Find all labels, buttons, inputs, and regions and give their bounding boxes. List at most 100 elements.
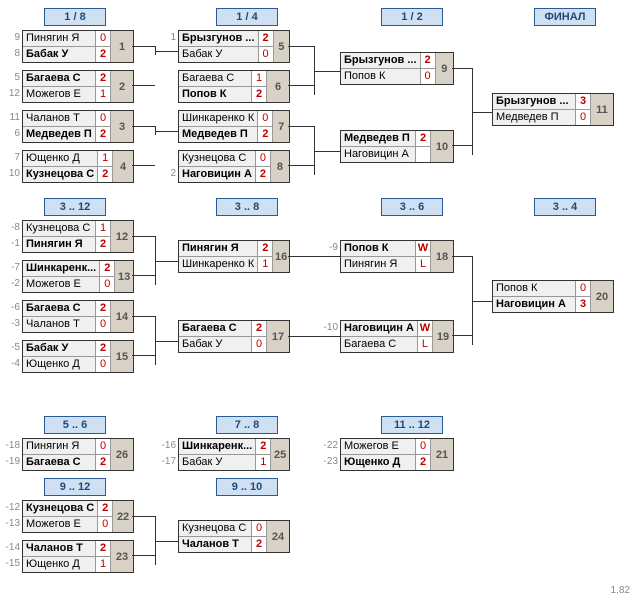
player-name: Багаева С [23,301,95,316]
round-label: 5 .. 6 [44,416,106,434]
player-name: Кузнецова С [23,221,95,236]
score: 0 [255,151,270,166]
score: 2 [97,167,112,182]
player-name: Кузнецова С [179,151,255,166]
score: 0 [415,439,430,454]
player-name: Ющенко Д [23,357,95,372]
score: 2 [420,53,435,68]
match-number: 12 [110,221,133,252]
player-name: Ющенко Д [23,151,97,166]
seed: -22 [320,440,338,451]
seed: -13 [2,518,20,529]
player-name: Попов К [179,87,251,102]
round-label: 3 .. 6 [381,198,443,216]
player-name: Пинягин Я [23,31,95,46]
score: 2 [95,301,110,316]
score: 2 [255,439,270,454]
round-label: 3 .. 4 [534,198,596,216]
seed: 2 [158,168,176,179]
match-number: 22 [112,501,133,532]
score: 0 [251,337,266,352]
match: Чаланов Т0Медведев П23 [22,110,134,143]
score: 2 [258,31,273,46]
score: 2 [415,455,430,470]
score: 1 [255,455,270,470]
seed: -10 [320,322,338,333]
score: 0 [97,517,112,532]
player-name: Попов К [341,241,415,256]
player-name: Чаланов Т [23,317,95,332]
match: Пинягин Я0Багаева С226 [22,438,134,471]
player-name: Багаева С [179,321,251,336]
round-label: 9 .. 10 [216,478,278,496]
score: 2 [95,541,110,556]
player-name: Брызгунов ... [341,53,420,68]
match-number: 26 [110,439,133,470]
seed: -1 [2,238,20,249]
player-name: Наговицин А [341,321,417,336]
match-number: 8 [270,151,289,182]
player-name: Медведев П [341,131,415,146]
score: 1 [257,257,272,272]
seed: -14 [2,542,20,553]
player-name: Багаева С [23,71,95,86]
seed: -2 [2,278,20,289]
seed: -7 [2,262,20,273]
round-label: ФИНАЛ [534,8,596,26]
player-name: Наговицин А [341,147,415,162]
player-name: Шинкаренк... [23,261,99,276]
player-name: Чаланов Т [179,537,251,552]
match: Брызгунов ...2Бабак У05 [178,30,290,63]
match-number: 16 [272,241,289,272]
player-name: Медведев П [493,110,575,125]
seed: 5 [2,72,20,83]
match: Пинягин Я2Шинкаренко К116 [178,240,290,273]
player-name: Шинкаренко К [179,111,257,126]
score: 1 [95,221,110,236]
player-name: Брызгунов ... [179,31,258,46]
player-name: Можегов Е [23,277,99,292]
player-name: Пинягин Я [23,237,95,252]
score: 1 [97,151,112,166]
match-number: 20 [590,281,613,312]
player-name: Попов К [341,69,420,84]
player-name: Багаева С [23,455,95,470]
player-name: Пинягин Я [341,257,415,272]
player-name: Ющенко Д [23,557,95,572]
score: W [417,321,432,336]
score: 2 [251,537,266,552]
score: 2 [257,241,272,256]
round-label: 9 .. 12 [44,478,106,496]
player-name: Чаланов Т [23,541,95,556]
match: Ющенко Д1Кузнецова С24 [22,150,134,183]
match-number: 10 [430,131,453,162]
match: Багаева С2Чаланов Т014 [22,300,134,333]
seed: -12 [2,502,20,513]
round-label: 7 .. 8 [216,416,278,434]
player-name: Багаева С [341,337,417,352]
score [415,147,430,162]
score: 2 [95,71,110,86]
match: Кузнецова С1Пинягин Я212 [22,220,134,253]
player-name: Бабак У [179,455,255,470]
match-number: 4 [112,151,133,182]
match-number: 2 [110,71,133,102]
player-name: Пинягин Я [179,241,257,256]
match: Брызгунов ...2Попов К09 [340,52,454,85]
score: 0 [95,31,110,46]
match: Кузнецова С0Чаланов Т224 [178,520,290,553]
player-name: Бабак У [23,341,95,356]
match-number: 13 [114,261,133,292]
score: 0 [95,439,110,454]
seed: -4 [2,358,20,369]
round-label: 3 .. 12 [44,198,106,216]
seed: 6 [2,128,20,139]
seed: -15 [2,558,20,569]
score: L [417,337,432,352]
match: Багаева С2Бабак У017 [178,320,290,353]
player-name: Чаланов Т [23,111,95,126]
seed: -5 [2,342,20,353]
score: 2 [95,47,110,62]
player-name: Попов К [493,281,575,296]
player-name: Наговицин А [493,297,575,312]
